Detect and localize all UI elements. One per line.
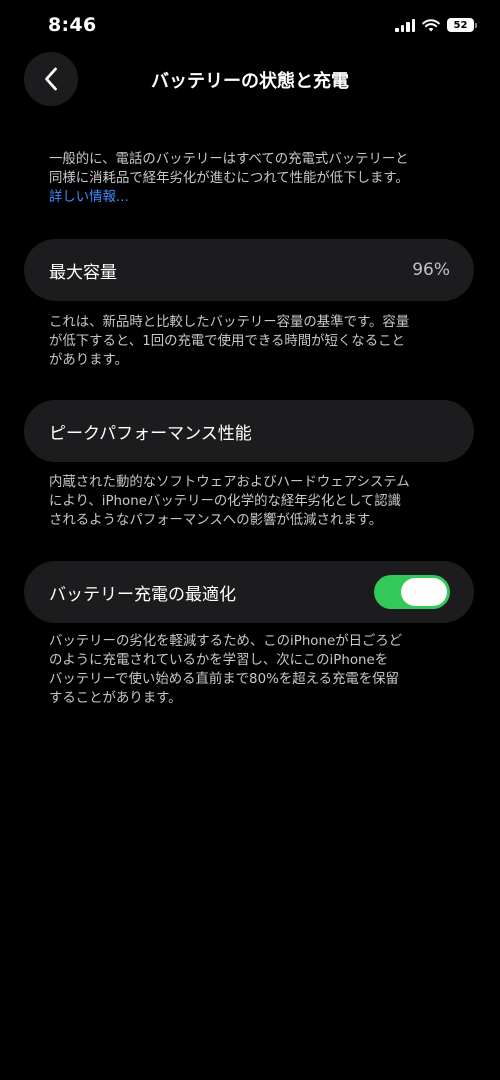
- status-indicators: 52: [395, 18, 477, 32]
- wifi-icon: [422, 18, 440, 31]
- description-line: により、iPhoneバッテリーの化学的な経年劣化として認識: [49, 494, 401, 509]
- optimized-charging-description: バッテリーの劣化を軽減するため、このiPhoneが日ごろど のように充電されてい…: [49, 632, 459, 708]
- description-line: することがあります。: [49, 691, 182, 706]
- intro-line: 一般的に、電話のバッテリーはすべての充電式バッテリーと: [49, 152, 409, 167]
- page-title: バッテリーの状態と充電: [151, 71, 349, 92]
- max-capacity-label: 最大容量: [49, 262, 117, 283]
- optimized-charging-row: バッテリー充電の最適化: [24, 561, 474, 623]
- description-line: のように充電されているかを学習し、次にこのiPhoneを: [49, 653, 389, 668]
- cellular-signal-icon: [395, 18, 415, 32]
- peak-performance-description: 内蔵された動的なソフトウェアおよびハードウェアシステム により、iPhoneバッ…: [49, 473, 459, 530]
- status-bar: 8:46 52: [0, 0, 500, 52]
- max-capacity-description: これは、新品時と比較したバッテリー容量の基準です。容量 が低下すると、1回の充電…: [49, 313, 459, 370]
- peak-performance-label: ピークパフォーマンス性能: [49, 423, 252, 444]
- max-capacity-value: 96%: [412, 260, 450, 280]
- description-line: これは、新品時と比較したバッテリー容量の基準です。容量: [49, 315, 410, 330]
- description-line: があります。: [49, 353, 129, 368]
- max-capacity-row: 最大容量 96%: [24, 239, 474, 301]
- description-line: されるようなパフォーマンスへの影響が低減されます。: [49, 513, 383, 528]
- optimized-charging-label: バッテリー充電の最適化: [49, 584, 236, 605]
- battery-icon: 52: [447, 18, 477, 32]
- learn-more-link[interactable]: 詳しい情報...: [49, 188, 459, 207]
- description-line: が低下すると、1回の充電で使用できる時間が短くなること: [49, 334, 405, 349]
- intro-line: 同様に消耗品で経年劣化が進むにつれて性能が低下します。: [49, 171, 409, 186]
- description-line: バッテリーで使い始める直前まで80%を超える充電を保留: [49, 672, 399, 687]
- toggle-knob: [401, 578, 447, 606]
- status-time: 8:46: [48, 14, 97, 36]
- optimized-charging-toggle[interactable]: [374, 575, 450, 609]
- peak-performance-row[interactable]: ピークパフォーマンス性能: [24, 400, 474, 462]
- description-line: 内蔵された動的なソフトウェアおよびハードウェアシステム: [49, 475, 410, 490]
- description-line: バッテリーの劣化を軽減するため、このiPhoneが日ごろど: [49, 634, 403, 649]
- intro-description: 一般的に、電話のバッテリーはすべての充電式バッテリーと 同様に消耗品で経年劣化が…: [49, 150, 459, 207]
